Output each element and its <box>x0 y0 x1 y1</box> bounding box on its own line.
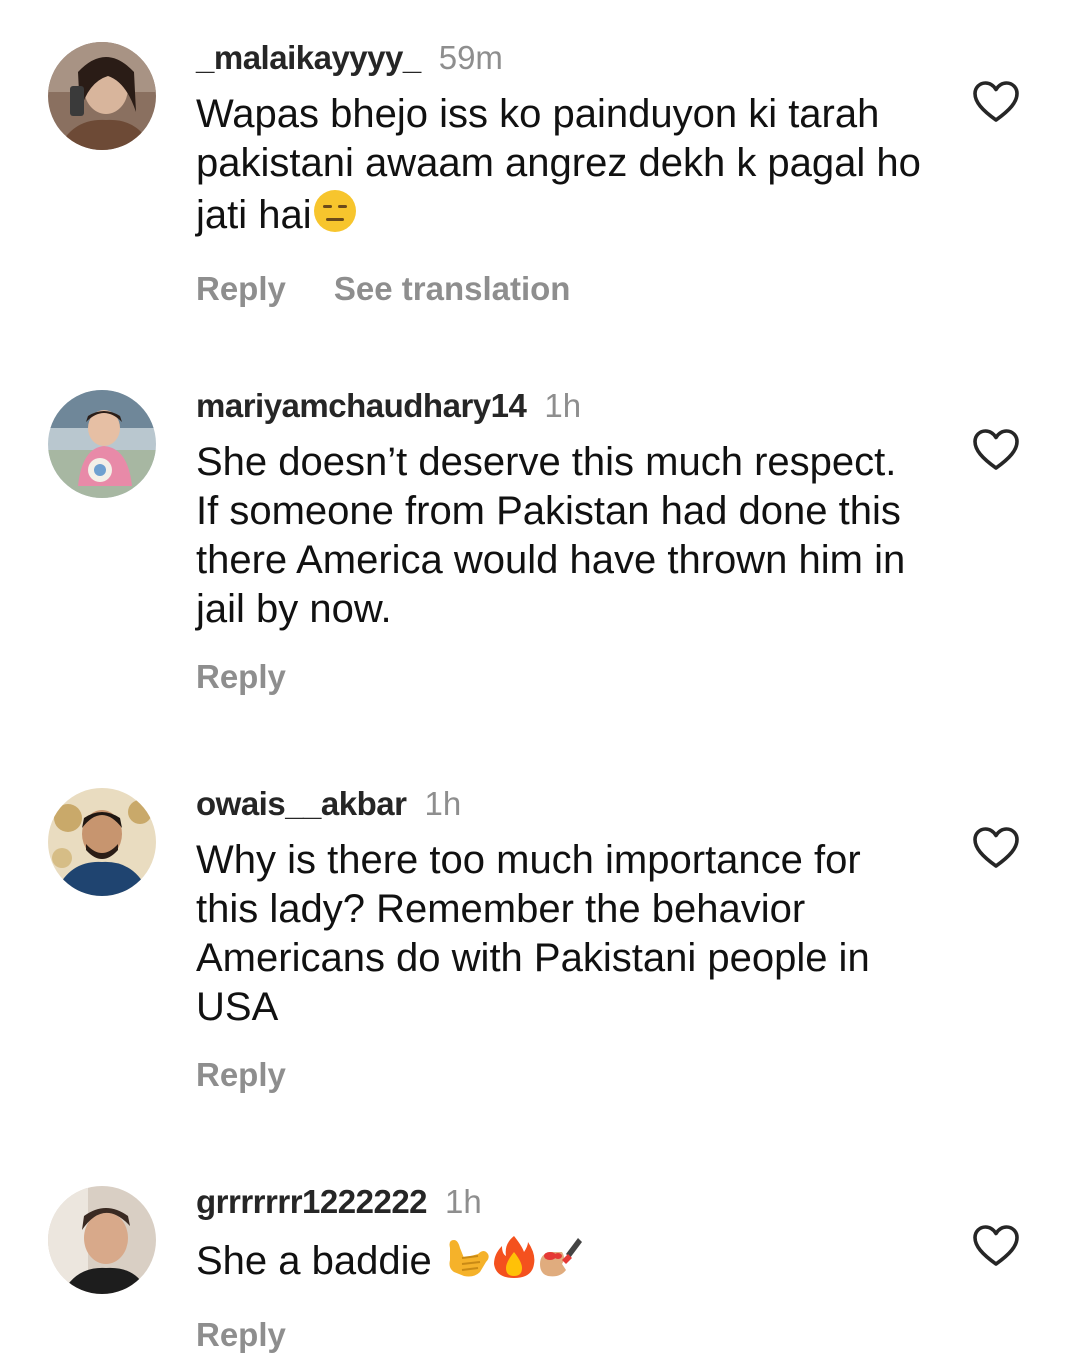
comment-actions: Reply See translation <box>196 266 936 312</box>
comment-actions: Reply <box>196 654 936 700</box>
username[interactable]: grrrrrrr1222222 <box>196 1183 428 1220</box>
avatar[interactable] <box>48 390 156 498</box>
comment-meta: _malaikayyyy_ 59m <box>196 36 936 80</box>
comment-meta: grrrrrrr1222222 1h <box>196 1180 936 1224</box>
comment-actions: Reply <box>196 1312 936 1358</box>
timestamp: 59m <box>438 39 503 76</box>
heart-outline-icon[interactable] <box>972 826 1020 870</box>
comment-text: Wapas bhejo iss ko painduyon ki tarah pa… <box>196 90 926 246</box>
comment-meta: mariyamchaudhary14 1h <box>196 384 936 428</box>
fire-icon <box>492 1234 536 1292</box>
comment-actions: Reply <box>196 1052 936 1098</box>
username[interactable]: mariyamchaudhary14 <box>196 387 527 424</box>
heart-outline-icon[interactable] <box>972 428 1020 472</box>
comment-text: Why is there too much importance for thi… <box>196 836 926 1032</box>
comment-text: She doesn’t deserve this much respect. I… <box>196 438 926 634</box>
reply-button[interactable]: Reply <box>196 1316 286 1353</box>
comment-text-content: Wapas bhejo iss ko painduyon ki tarah pa… <box>196 92 921 237</box>
heart-outline-icon[interactable] <box>972 80 1020 124</box>
reply-button[interactable]: Reply <box>196 1056 286 1093</box>
comment-text-content: Why is there too much importance for thi… <box>196 838 870 1029</box>
username[interactable]: _malaikayyyy_ <box>196 39 421 76</box>
avatar[interactable] <box>48 1186 156 1294</box>
comment-meta: owais__akbar 1h <box>196 782 936 826</box>
timestamp: 1h <box>424 785 462 822</box>
reply-button[interactable]: Reply <box>196 270 286 307</box>
avatar[interactable] <box>48 788 156 896</box>
comment-text: She a baddie <box>196 1234 926 1292</box>
timestamp: 1h <box>544 387 582 424</box>
avatar[interactable] <box>48 42 156 150</box>
heart-outline-icon[interactable] <box>972 1224 1020 1268</box>
timestamp: 1h <box>445 1183 482 1220</box>
comment-text-content: She a baddie <box>196 1239 432 1283</box>
nail-polish-icon <box>536 1234 586 1292</box>
see-translation-button[interactable]: See translation <box>334 270 571 307</box>
reply-button[interactable]: Reply <box>196 658 286 695</box>
call-me-hand-icon <box>444 1234 492 1292</box>
avatar-photo <box>48 1186 156 1294</box>
expressionless-face-icon <box>312 188 358 246</box>
avatar-photo <box>48 788 156 896</box>
comment-text-content: She doesn’t deserve this much respect. I… <box>196 440 906 631</box>
avatar-photo <box>48 390 156 498</box>
avatar-photo <box>48 42 156 150</box>
username[interactable]: owais__akbar <box>196 785 407 822</box>
